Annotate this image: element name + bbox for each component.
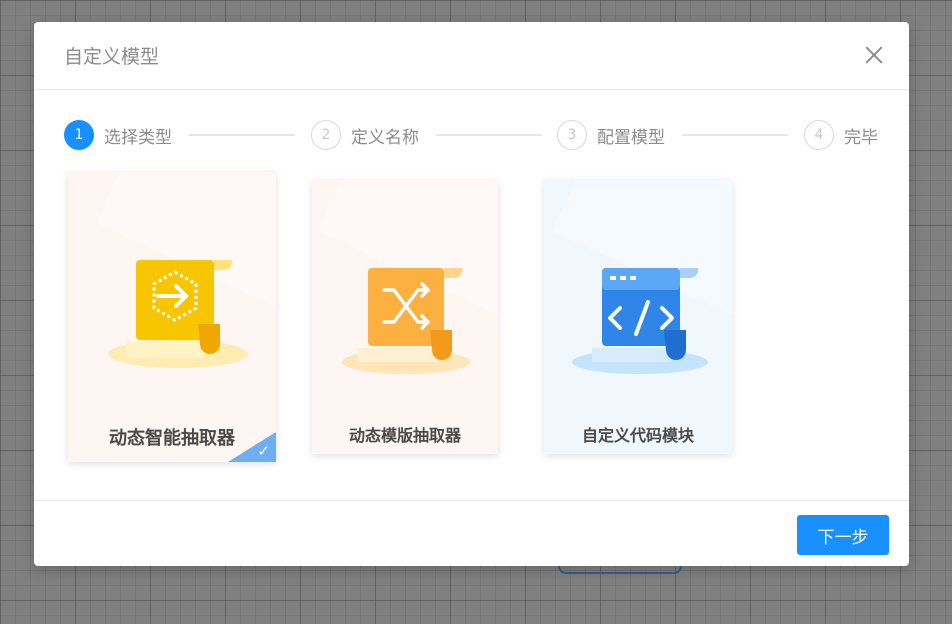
card-label: 自定义代码模块 — [581, 426, 694, 445]
next-step-button[interactable]: 下一步 — [797, 515, 889, 555]
custom-model-dialog: 自定义模型 1 选择类型 2 定义名称 3 配置模型 4 完毕 动态智能抽取器 … — [34, 22, 909, 566]
step-number: 1 — [64, 120, 94, 150]
steps-bar: 1 选择类型 2 定义名称 3 配置模型 4 完毕 — [64, 120, 884, 150]
step-4: 4 完毕 — [804, 120, 878, 150]
close-icon[interactable] — [865, 46, 883, 64]
step-number: 4 — [804, 120, 834, 150]
dialog-header: 自定义模型 — [34, 22, 909, 90]
card-dynamic-template-extractor[interactable]: 动态模版抽取器 — [312, 180, 498, 454]
card-dynamic-smart-extractor[interactable]: 动态智能抽取器 ✓ — [68, 172, 276, 462]
card-custom-code-module[interactable]: 自定义代码模块 — [544, 180, 732, 454]
dialog-footer: 下一步 — [34, 500, 909, 566]
dialog-title: 自定义模型 — [64, 46, 160, 68]
step-label: 选择类型 — [104, 127, 172, 148]
step-label: 完毕 — [844, 127, 878, 148]
step-3: 3 配置模型 — [557, 120, 665, 150]
step-number: 2 — [311, 120, 341, 150]
checkmark-icon: ✓ — [257, 442, 270, 460]
step-2: 2 定义名称 — [311, 120, 419, 150]
step-connector — [189, 134, 295, 136]
shuffle-scroll-icon — [342, 262, 482, 386]
step-1: 1 选择类型 — [64, 120, 172, 150]
step-label: 配置模型 — [597, 127, 665, 148]
code-scroll-icon — [572, 262, 722, 386]
card-label: 动态模版抽取器 — [348, 426, 461, 445]
step-connector — [436, 134, 542, 136]
step-label: 定义名称 — [351, 127, 419, 148]
selected-corner: ✓ — [228, 432, 276, 462]
step-number: 3 — [557, 120, 587, 150]
step-connector — [682, 134, 788, 136]
arrow-hexagon-scroll-icon — [106, 254, 256, 378]
